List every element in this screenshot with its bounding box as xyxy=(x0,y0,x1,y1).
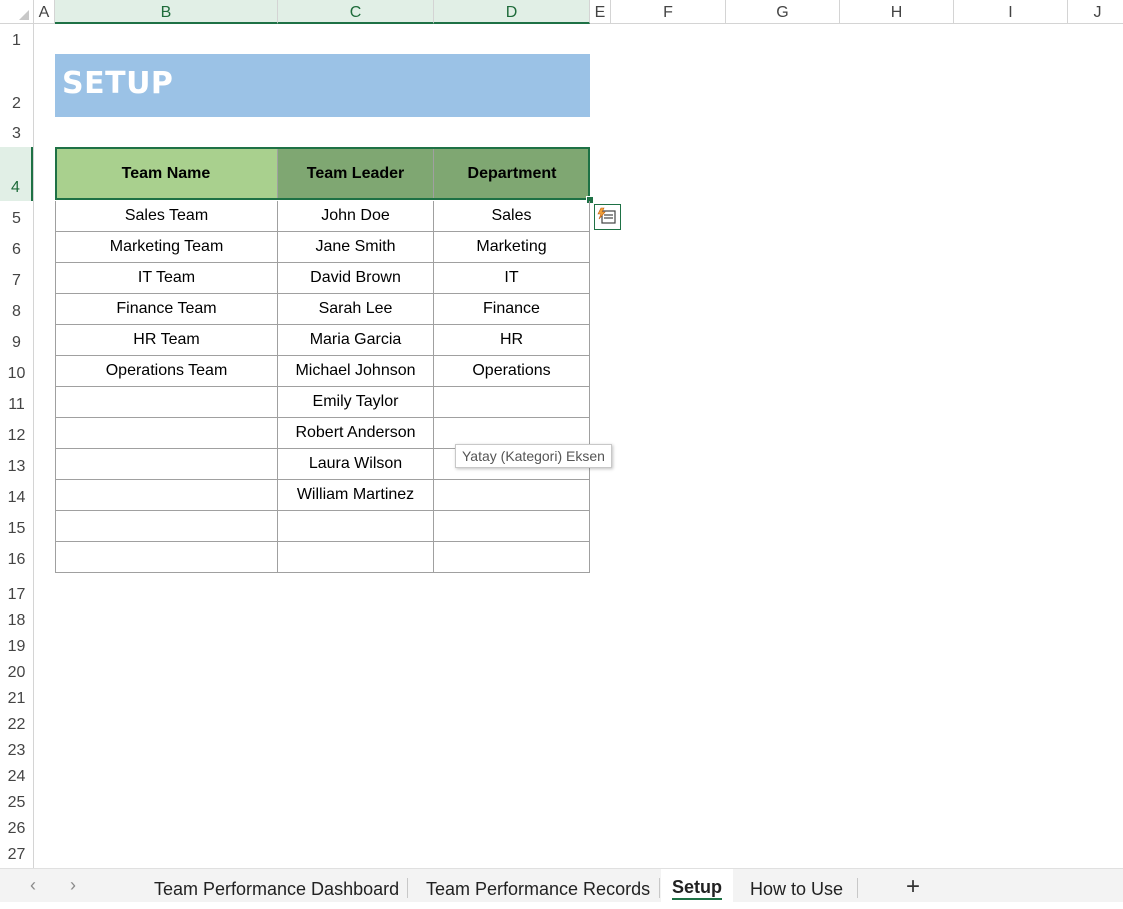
row-header-15[interactable]: 15 xyxy=(0,511,33,542)
cell-team-name[interactable]: Finance Team xyxy=(55,294,278,325)
row-header-26[interactable]: 26 xyxy=(0,816,33,842)
cell-department[interactable] xyxy=(434,542,590,573)
header-team-leader[interactable]: Team Leader xyxy=(278,147,434,200)
cell-team-leader[interactable]: Michael Johnson xyxy=(278,356,434,387)
select-all-button[interactable] xyxy=(0,0,34,24)
tab-team-performance-records[interactable]: Team Performance Records xyxy=(426,869,650,903)
header-team-name[interactable]: Team Name xyxy=(55,147,278,200)
tab-setup[interactable]: Setup xyxy=(661,869,734,903)
cell-team-leader[interactable] xyxy=(278,511,434,542)
column-header-h[interactable]: H xyxy=(840,0,954,24)
row-header-bar: 1 2 3 4 5 6 7 8 9 10 11 12 13 14 15 16 17 18 19 20 21 22 23 24 2… xyxy=(0,24,34,868)
column-header-a[interactable]: A xyxy=(34,0,55,24)
cell-team-name[interactable] xyxy=(55,511,278,542)
row-header-22[interactable]: 22 xyxy=(0,712,33,738)
cell-team-leader[interactable]: Jane Smith xyxy=(278,232,434,263)
cell-team-name[interactable]: Marketing Team xyxy=(55,232,278,263)
cell-team-leader[interactable]: Robert Anderson xyxy=(278,418,434,449)
quick-analysis-button[interactable] xyxy=(594,204,621,230)
row-header-5[interactable]: 5 xyxy=(0,201,33,232)
tab-divider xyxy=(407,878,408,898)
row-header-23[interactable]: 23 xyxy=(0,738,33,764)
cell-team-leader[interactable]: Maria Garcia xyxy=(278,325,434,356)
cell-team-name[interactable] xyxy=(55,480,278,511)
column-header-i[interactable]: I xyxy=(954,0,1068,24)
cell-team-name[interactable]: IT Team xyxy=(55,263,278,294)
column-header-c[interactable]: C xyxy=(278,0,434,24)
cell-department[interactable]: Finance xyxy=(434,294,590,325)
row-header-3[interactable]: 3 xyxy=(0,117,33,147)
quick-analysis-icon xyxy=(597,207,616,224)
row-header-12[interactable]: 12 xyxy=(0,418,33,449)
cell-department[interactable] xyxy=(434,511,590,542)
cell-department[interactable] xyxy=(434,480,590,511)
row-header-8[interactable]: 8 xyxy=(0,294,33,325)
cell-team-leader[interactable]: Emily Taylor xyxy=(278,387,434,418)
cell-department[interactable]: HR xyxy=(434,325,590,356)
cell-department[interactable]: IT xyxy=(434,263,590,294)
cell-team-name[interactable] xyxy=(55,542,278,573)
row-header-7[interactable]: 7 xyxy=(0,263,33,294)
column-header-g[interactable]: G xyxy=(726,0,840,24)
active-tab-underline xyxy=(672,898,723,900)
header-department[interactable]: Department xyxy=(434,147,590,200)
tab-divider xyxy=(857,878,858,898)
column-header-f[interactable]: F xyxy=(611,0,726,24)
cell-team-name[interactable] xyxy=(55,418,278,449)
row-header-16[interactable]: 16 xyxy=(0,542,33,573)
column-header-d[interactable]: D xyxy=(434,0,590,24)
row-header-24[interactable]: 24 xyxy=(0,764,33,790)
cell-department[interactable]: Operations xyxy=(434,356,590,387)
row-header-18[interactable]: 18 xyxy=(0,608,33,634)
row-header-6[interactable]: 6 xyxy=(0,232,33,263)
prev-sheet-arrow-icon[interactable]: ‹ xyxy=(30,875,36,896)
row-header-1[interactable]: 1 xyxy=(0,24,33,54)
cell-team-leader[interactable]: David Brown xyxy=(278,263,434,294)
row-header-4[interactable]: 4 xyxy=(0,147,33,201)
row-header-20[interactable]: 20 xyxy=(0,660,33,686)
cell-team-leader[interactable]: William Martinez xyxy=(278,480,434,511)
row-header-11[interactable]: 11 xyxy=(0,387,33,418)
title-banner[interactable]: SETUP xyxy=(55,54,590,117)
row-header-2[interactable]: 2 xyxy=(0,54,33,117)
tab-setup-label: Setup xyxy=(672,877,723,897)
row-header-21[interactable]: 21 xyxy=(0,686,33,712)
row-header-27[interactable]: 27 xyxy=(0,842,33,868)
row-header-10[interactable]: 10 xyxy=(0,356,33,387)
column-header-b[interactable]: B xyxy=(55,0,278,24)
cell-team-name[interactable]: HR Team xyxy=(55,325,278,356)
cell-team-name[interactable] xyxy=(55,387,278,418)
cell-team-leader[interactable]: John Doe xyxy=(278,201,434,232)
cell-team-leader[interactable]: Laura Wilson xyxy=(278,449,434,480)
cell-team-name[interactable] xyxy=(55,449,278,480)
cell-team-name[interactable]: Operations Team xyxy=(55,356,278,387)
chart-tooltip: Yatay (Kategori) Eksen xyxy=(455,444,612,468)
tab-how-to-use[interactable]: How to Use xyxy=(750,869,843,903)
cell-team-leader[interactable] xyxy=(278,542,434,573)
cell-department[interactable] xyxy=(434,387,590,418)
cell-department[interactable]: Marketing xyxy=(434,232,590,263)
row-header-17[interactable]: 17 xyxy=(0,573,33,608)
cell-team-leader[interactable]: Sarah Lee xyxy=(278,294,434,325)
row-header-9[interactable]: 9 xyxy=(0,325,33,356)
column-header-e[interactable]: E xyxy=(590,0,611,24)
row-header-13[interactable]: 13 xyxy=(0,449,33,480)
add-sheet-button[interactable]: + xyxy=(906,873,920,901)
tab-team-performance-dashboard[interactable]: Team Performance Dashboard xyxy=(154,869,399,903)
row-header-19[interactable]: 19 xyxy=(0,634,33,660)
next-sheet-arrow-icon[interactable]: › xyxy=(70,875,76,896)
page-title: SETUP xyxy=(62,66,174,101)
select-all-corner-icon xyxy=(19,10,29,20)
row-header-14[interactable]: 14 xyxy=(0,480,33,511)
column-header-bar: ABCDEFGHIJ xyxy=(0,0,1123,24)
column-header-j[interactable]: J xyxy=(1068,0,1123,24)
tab-divider xyxy=(659,878,660,898)
row-header-25[interactable]: 25 xyxy=(0,790,33,816)
sheet-tab-bar: ‹ › Team Performance Dashboard Team Perf… xyxy=(0,868,1123,903)
cell-department[interactable]: Sales xyxy=(434,201,590,232)
cell-team-name[interactable]: Sales Team xyxy=(55,201,278,232)
